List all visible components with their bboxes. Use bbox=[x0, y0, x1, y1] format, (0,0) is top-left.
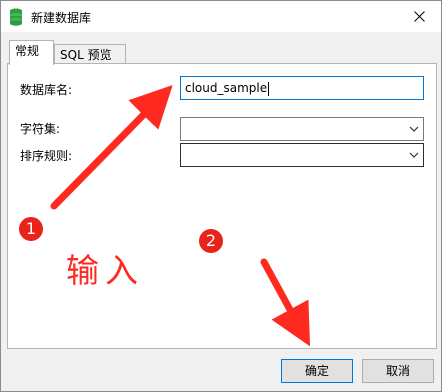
tab-sql-preview[interactable]: SQL 预览 bbox=[54, 44, 126, 65]
new-database-dialog: 新建数据库 常规 SQL 预览 数据库名: cloud_sample 字符集: … bbox=[0, 0, 442, 392]
window-title: 新建数据库 bbox=[31, 11, 92, 25]
cancel-button[interactable]: 取消 bbox=[362, 359, 434, 383]
close-icon bbox=[413, 11, 425, 22]
general-panel bbox=[7, 63, 437, 349]
database-name-input[interactable]: cloud_sample bbox=[180, 76, 424, 100]
charset-select[interactable] bbox=[180, 117, 424, 141]
close-button[interactable] bbox=[397, 1, 441, 32]
database-name-label: 数据库名: bbox=[20, 83, 73, 97]
collation-select[interactable] bbox=[180, 143, 424, 167]
tab-bar: 常规 SQL 预览 bbox=[7, 40, 437, 65]
step-marker-2: 2 bbox=[199, 229, 223, 253]
database-name-value: cloud_sample bbox=[185, 81, 268, 95]
charset-label: 字符集: bbox=[20, 122, 61, 136]
tab-general[interactable]: 常规 bbox=[9, 40, 54, 65]
step-marker-1: 1 bbox=[19, 217, 43, 241]
chevron-down-icon bbox=[409, 126, 419, 132]
annotation-text: 输入 bbox=[66, 251, 144, 290]
ok-button[interactable]: 确定 bbox=[281, 359, 353, 383]
title-bar: 新建数据库 bbox=[1, 1, 441, 32]
chevron-down-icon bbox=[409, 152, 419, 158]
collation-label: 排序规则: bbox=[20, 149, 73, 163]
database-icon bbox=[9, 8, 23, 26]
